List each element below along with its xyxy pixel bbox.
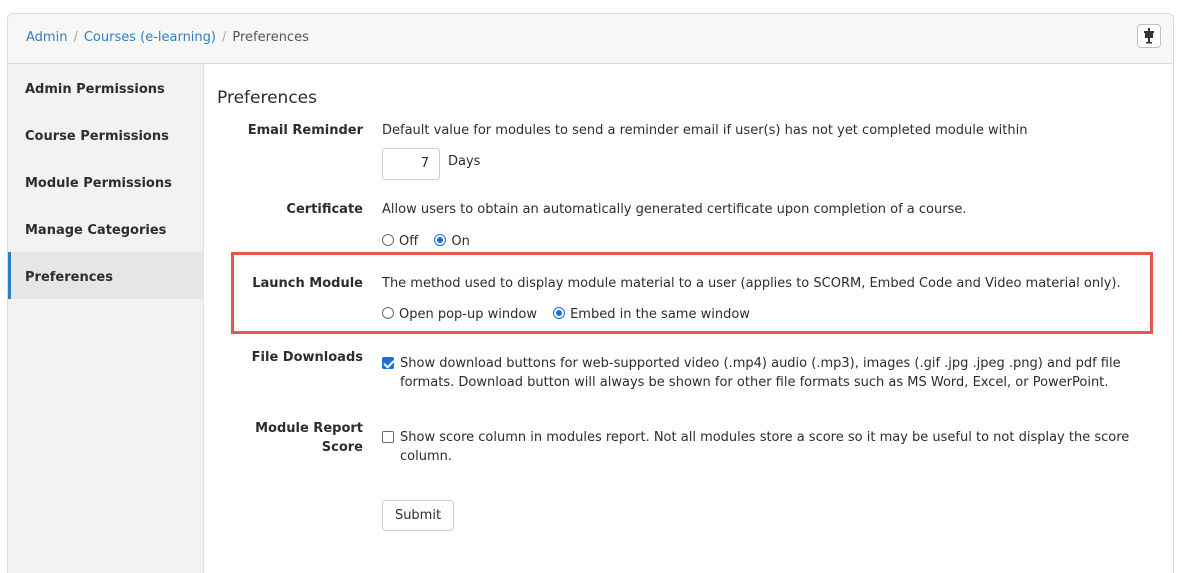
breadcrumb-separator: / — [222, 30, 227, 45]
sidebar-item-preferences[interactable]: Preferences — [8, 252, 203, 299]
certificate-options: Off On — [382, 234, 482, 249]
certificate-label: Certificate — [286, 202, 363, 217]
file-downloads-text: Show download buttons for web-supported … — [400, 356, 1121, 390]
file-downloads-option[interactable]: Show download buttons for web-supported … — [382, 354, 1142, 392]
certificate-on-label: On — [451, 234, 470, 249]
page-title: Preferences — [217, 88, 317, 108]
presentation-pin-button[interactable] — [1137, 24, 1161, 48]
sidebar-item-admin-permissions[interactable]: Admin Permissions — [8, 64, 203, 111]
module-report-score-label-line1: Module Report — [255, 421, 363, 436]
launch-module-label: Launch Module — [252, 276, 363, 291]
main-content: Preferences Email Reminder Default value… — [204, 64, 1173, 573]
email-reminder-description: Default value for modules to send a remi… — [382, 123, 1028, 138]
reminder-days-input[interactable]: 7 — [382, 148, 440, 180]
module-report-score-checkbox[interactable] — [382, 431, 394, 443]
radio-off-icon — [382, 234, 394, 246]
launch-module-options: Open pop-up window Embed in the same win… — [382, 307, 762, 322]
presentation-pin-icon — [1144, 28, 1154, 44]
sidebar-item-course-permissions[interactable]: Course Permissions — [8, 111, 203, 158]
launch-option-popup[interactable]: Open pop-up window — [382, 307, 537, 322]
launch-module-description: The method used to display module materi… — [382, 276, 1121, 291]
certificate-option-off[interactable]: Off — [382, 234, 418, 249]
submit-button[interactable]: Submit — [382, 500, 454, 531]
radio-on-icon — [434, 234, 447, 246]
certificate-option-on[interactable]: On — [434, 234, 470, 249]
certificate-off-label: Off — [399, 234, 419, 249]
launch-option-embed[interactable]: Embed in the same window — [553, 307, 750, 322]
file-downloads-label: File Downloads — [251, 350, 363, 365]
top-bar: Admin / Courses (e-learning) / Preferences — [8, 14, 1173, 64]
reminder-days-unit: Days — [448, 154, 481, 169]
breadcrumb-admin[interactable]: Admin — [26, 30, 67, 45]
radio-popup-icon — [382, 307, 394, 319]
module-report-score-text: Show score column in modules report. Not… — [400, 430, 1130, 464]
sidebar-item-module-permissions[interactable]: Module Permissions — [8, 158, 203, 205]
breadcrumb-separator: / — [73, 30, 78, 45]
sidebar-item-manage-categories[interactable]: Manage Categories — [8, 205, 203, 252]
sidebar: Admin Permissions Course Permissions Mod… — [8, 64, 204, 573]
radio-embed-icon — [553, 307, 566, 319]
file-downloads-checkbox[interactable] — [382, 357, 394, 369]
breadcrumb: Admin / Courses (e-learning) / Preferences — [26, 30, 309, 45]
email-reminder-label: Email Reminder — [247, 123, 363, 138]
breadcrumb-current: Preferences — [232, 30, 309, 45]
launch-popup-label: Open pop-up window — [399, 307, 537, 322]
module-report-score-label-line2: Score — [321, 440, 363, 455]
certificate-description: Allow users to obtain an automatically g… — [382, 202, 967, 217]
breadcrumb-courses[interactable]: Courses (e-learning) — [84, 30, 216, 45]
module-report-score-label: Module Report Score — [217, 419, 363, 457]
app-frame: Admin / Courses (e-learning) / Preferences A… — [7, 13, 1174, 573]
module-report-score-option[interactable]: Show score column in modules report. Not… — [382, 428, 1142, 466]
launch-embed-label: Embed in the same window — [570, 307, 750, 322]
